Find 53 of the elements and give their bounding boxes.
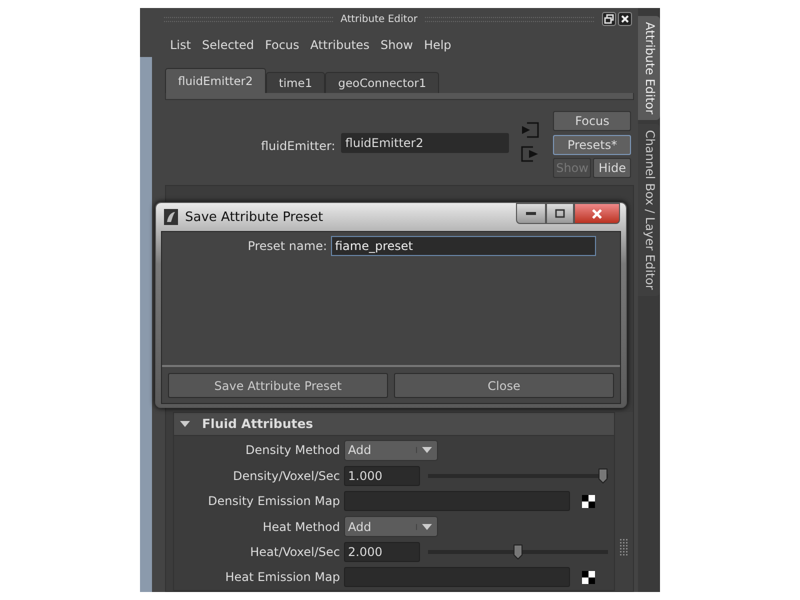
tab[interactable]: geoConnector1 (325, 72, 440, 94)
minimize-icon (526, 212, 536, 216)
app-icon (164, 209, 178, 225)
dropdown[interactable]: Add (344, 516, 438, 538)
tab[interactable]: fluidEmitter2 (165, 68, 266, 94)
node-label: fluidEmitter: (261, 139, 336, 156)
expanded-triangle-icon[interactable] (180, 420, 190, 428)
side-tab[interactable]: Attribute Editor (638, 16, 660, 120)
preset-name-label: Preset name: (246, 239, 327, 253)
preset-name-field[interactable]: fiame_preset (331, 236, 596, 256)
float-icon[interactable] (602, 12, 616, 26)
field-label: Heat Method (262, 520, 340, 534)
section-header[interactable]: Fluid Attributes (173, 412, 615, 436)
field-label: Heat/Voxel/Sec (249, 544, 340, 559)
node-name-field[interactable]: fluidEmitter2 (341, 133, 510, 154)
slider-thumb[interactable] (513, 544, 523, 560)
field-label: Density Method (244, 443, 340, 458)
checker-icon[interactable] (582, 570, 595, 584)
number-field[interactable]: 1.000 (344, 466, 420, 486)
close-icon[interactable] (618, 12, 632, 26)
button[interactable]: Hide (593, 158, 632, 178)
field-label: Density Emission Map (207, 494, 340, 508)
checker-icon[interactable] (582, 494, 595, 508)
panel-title: Attribute Editor (340, 14, 418, 25)
map-field[interactable] (344, 491, 570, 512)
menu-item[interactable]: List (170, 38, 191, 52)
dialog-button[interactable]: Close (394, 373, 614, 398)
slider-thumb[interactable] (598, 468, 608, 484)
map-field[interactable] (344, 567, 570, 588)
button[interactable]: Presets* (553, 134, 632, 155)
field-label: Density/Voxel/Sec (232, 468, 340, 483)
dropdown[interactable]: Add (344, 440, 438, 461)
section-title: Fluid Attributes (202, 416, 314, 432)
maximize-button[interactable] (546, 203, 574, 224)
menu-item[interactable]: Show (380, 38, 413, 52)
number-field[interactable]: 2.000 (344, 542, 420, 562)
field-label: Heat Emission Map (224, 570, 340, 584)
input-connection-icon[interactable] (521, 122, 540, 138)
menu-item[interactable]: Attributes (310, 38, 370, 52)
maximize-icon (555, 209, 565, 218)
close-icon (591, 208, 603, 218)
side-tab[interactable]: Channel Box / Layer Editor (638, 124, 660, 296)
menu-item[interactable]: Focus (265, 38, 300, 52)
tab[interactable]: time1 (266, 72, 326, 94)
close-button[interactable] (574, 203, 620, 224)
grip-icon[interactable] (619, 538, 629, 558)
output-connection-icon[interactable] (521, 146, 540, 162)
button[interactable]: Focus (553, 111, 632, 132)
menu-item[interactable]: Help (424, 38, 452, 52)
dialog-button[interactable]: Save Attribute Preset (168, 373, 388, 398)
minimize-button[interactable] (516, 203, 546, 224)
dialog-title: Save Attribute Preset (185, 210, 324, 224)
menu-item[interactable]: Selected (202, 38, 254, 52)
